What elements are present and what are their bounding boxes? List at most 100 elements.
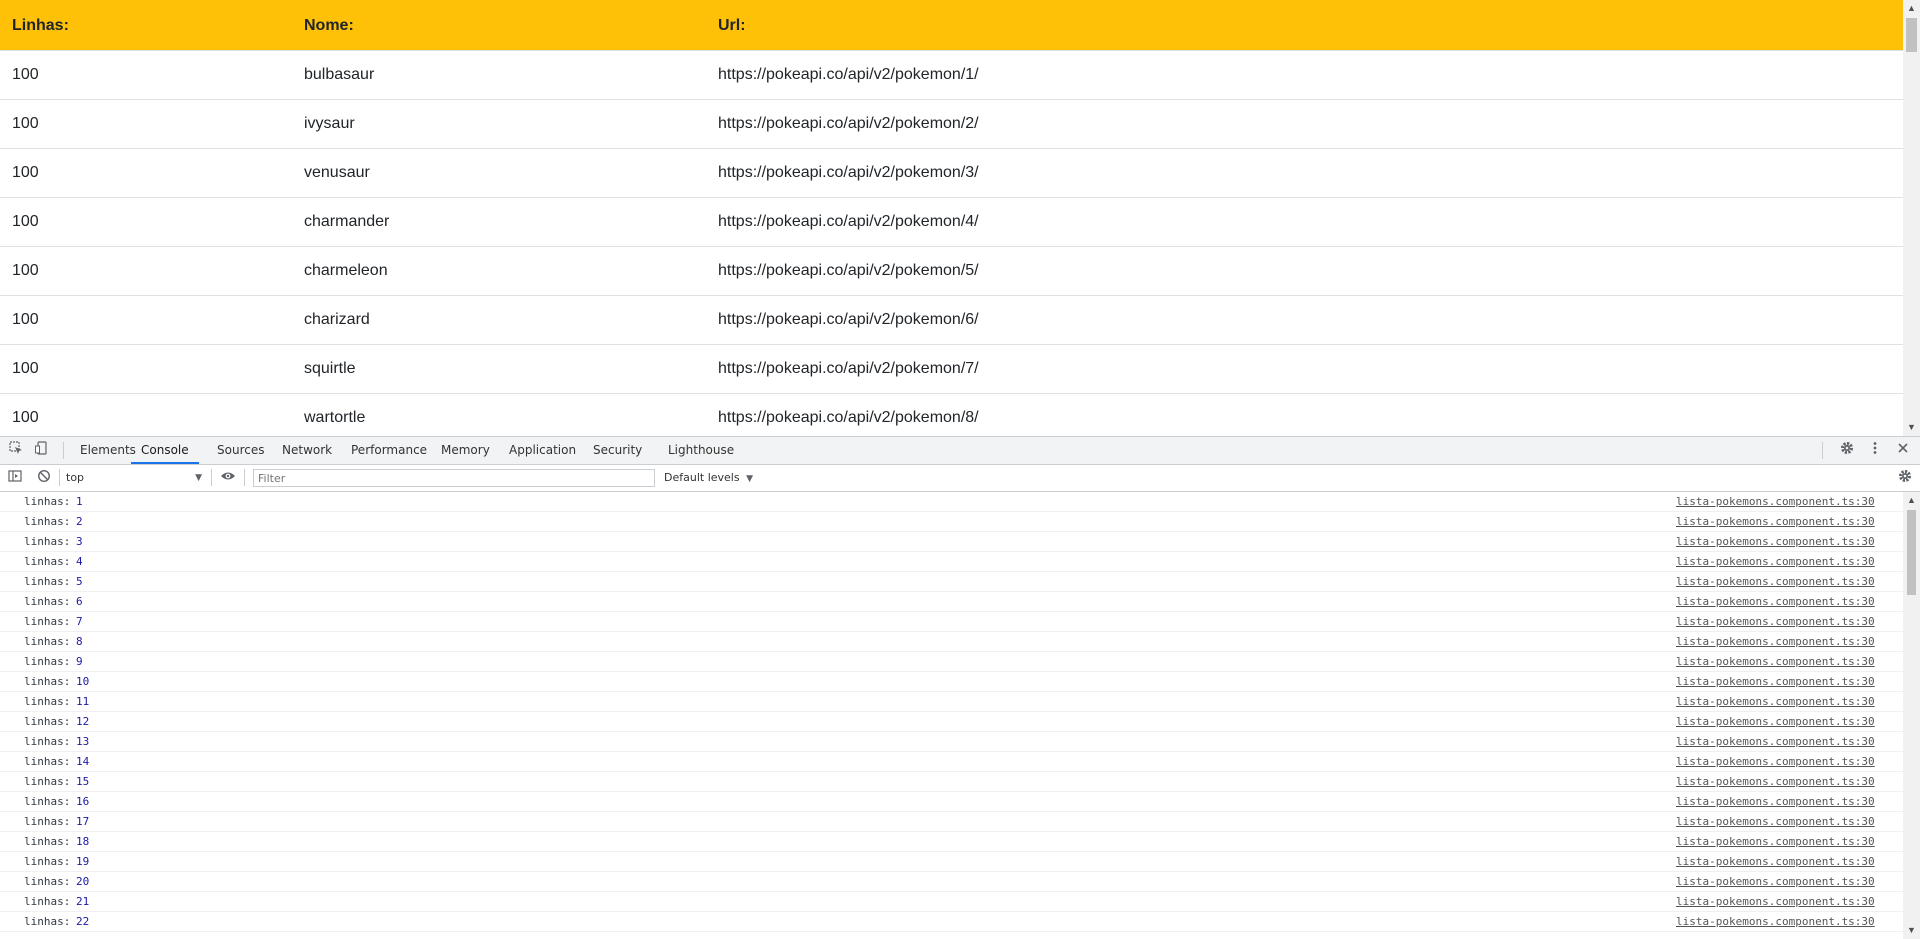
tab-network[interactable]: Network bbox=[282, 437, 332, 464]
log-source-link[interactable]: lista-pokemons.component.ts:30 bbox=[1676, 532, 1875, 551]
tab-security[interactable]: Security bbox=[593, 437, 642, 464]
log-value: 21 bbox=[76, 895, 90, 908]
log-source-link[interactable]: lista-pokemons.component.ts:30 bbox=[1676, 892, 1875, 911]
cell-linhas: 100 bbox=[0, 344, 292, 394]
page-scrollbar[interactable] bbox=[1903, 0, 1920, 436]
cell-linhas: 100 bbox=[0, 50, 292, 100]
log-source-link[interactable]: lista-pokemons.component.ts:30 bbox=[1676, 752, 1875, 771]
cell-nome: squirtle bbox=[292, 344, 706, 394]
console-log-row: linhas: 16 lista-pokemons.component.ts:30 bbox=[0, 792, 1903, 812]
toolbar-divider bbox=[59, 469, 60, 486]
gear-icon[interactable] bbox=[1896, 469, 1914, 487]
log-value: 20 bbox=[76, 875, 90, 888]
log-value: 5 bbox=[76, 575, 83, 588]
log-source-link[interactable]: lista-pokemons.component.ts:30 bbox=[1676, 772, 1875, 791]
log-source-link[interactable]: lista-pokemons.component.ts:30 bbox=[1676, 592, 1875, 611]
clear-console-icon[interactable] bbox=[35, 469, 53, 487]
log-value: 18 bbox=[76, 835, 90, 848]
log-source-link[interactable]: lista-pokemons.component.ts:30 bbox=[1676, 572, 1875, 591]
cell-linhas: 100 bbox=[0, 99, 292, 149]
log-source-link[interactable]: lista-pokemons.component.ts:30 bbox=[1676, 552, 1875, 571]
pokemon-table: Linhas: Nome: Url: 100 bulbasaur https:/… bbox=[0, 0, 1903, 436]
tabbar-divider bbox=[63, 442, 64, 459]
log-value: 14 bbox=[76, 755, 90, 768]
log-levels-select[interactable]: Default levels ▼ bbox=[664, 468, 753, 488]
chevron-down-icon: ▼ bbox=[746, 474, 753, 484]
tab-lighthouse[interactable]: Lighthouse bbox=[668, 437, 734, 464]
log-source-link[interactable]: lista-pokemons.component.ts:30 bbox=[1676, 612, 1875, 631]
page-scrollbar-thumb[interactable] bbox=[1906, 18, 1917, 52]
log-source-link[interactable]: lista-pokemons.component.ts:30 bbox=[1676, 632, 1875, 651]
log-source-link[interactable]: lista-pokemons.component.ts:30 bbox=[1676, 692, 1875, 711]
log-levels-label: Default levels bbox=[664, 471, 740, 484]
console-log-row: linhas: 8 lista-pokemons.component.ts:30 bbox=[0, 632, 1903, 652]
log-source-link[interactable]: lista-pokemons.component.ts:30 bbox=[1676, 912, 1875, 931]
device-toolbar-icon[interactable] bbox=[33, 441, 51, 459]
sidebar-toggle-icon[interactable] bbox=[6, 469, 24, 487]
log-label: linhas: bbox=[24, 635, 71, 648]
cell-linhas: 100 bbox=[0, 393, 292, 436]
devtools-tabbar: Elements Console Sources Network Perform… bbox=[0, 437, 1920, 465]
log-value: 7 bbox=[76, 615, 83, 628]
filter-input[interactable] bbox=[253, 469, 655, 487]
scroll-up-arrow-icon[interactable]: ▲ bbox=[1903, 0, 1920, 17]
header-nome: Nome: bbox=[292, 0, 706, 51]
log-value: 13 bbox=[76, 735, 90, 748]
console-scrollbar-thumb[interactable] bbox=[1907, 510, 1916, 595]
context-select[interactable]: top ▼ bbox=[66, 468, 202, 488]
cell-linhas: 100 bbox=[0, 295, 292, 345]
cell-url: https://pokeapi.co/api/v2/pokemon/5/ bbox=[706, 246, 1903, 296]
table-row: 100 charmander https://pokeapi.co/api/v2… bbox=[0, 197, 1903, 247]
cell-nome: charmander bbox=[292, 197, 706, 247]
log-source-link[interactable]: lista-pokemons.component.ts:30 bbox=[1676, 672, 1875, 691]
gear-icon[interactable] bbox=[1838, 441, 1856, 459]
table-row: 100 charizard https://pokeapi.co/api/v2/… bbox=[0, 295, 1903, 345]
scroll-down-arrow-icon[interactable]: ▼ bbox=[1903, 922, 1920, 939]
console-log-row: linhas: 17 lista-pokemons.component.ts:30 bbox=[0, 812, 1903, 832]
log-value: 12 bbox=[76, 715, 90, 728]
inspect-element-icon[interactable] bbox=[7, 441, 25, 459]
scroll-up-arrow-icon[interactable]: ▲ bbox=[1903, 492, 1920, 509]
log-source-link[interactable]: lista-pokemons.component.ts:30 bbox=[1676, 832, 1875, 851]
log-source-link[interactable]: lista-pokemons.component.ts:30 bbox=[1676, 492, 1875, 511]
tab-elements[interactable]: Elements bbox=[80, 437, 136, 464]
console-log-row: linhas: 5 lista-pokemons.component.ts:30 bbox=[0, 572, 1903, 592]
cell-linhas: 100 bbox=[0, 246, 292, 296]
chevron-down-icon: ▼ bbox=[195, 473, 202, 483]
tab-sources[interactable]: Sources bbox=[217, 437, 264, 464]
log-value: 1 bbox=[76, 495, 83, 508]
log-label: linhas: bbox=[24, 915, 71, 928]
log-source-link[interactable]: lista-pokemons.component.ts:30 bbox=[1676, 792, 1875, 811]
table-row: 100 ivysaur https://pokeapi.co/api/v2/po… bbox=[0, 99, 1903, 149]
close-icon[interactable] bbox=[1894, 441, 1912, 459]
log-source-link[interactable]: lista-pokemons.component.ts:30 bbox=[1676, 812, 1875, 831]
more-vertical-icon[interactable] bbox=[1866, 441, 1884, 459]
toolbar-divider bbox=[211, 469, 212, 486]
console-log-row: linhas: 15 lista-pokemons.component.ts:30 bbox=[0, 772, 1903, 792]
log-label: linhas: bbox=[24, 715, 71, 728]
table-row: 100 squirtle https://pokeapi.co/api/v2/p… bbox=[0, 344, 1903, 394]
eye-icon[interactable] bbox=[219, 469, 237, 487]
console-log-row: linhas: 9 lista-pokemons.component.ts:30 bbox=[0, 652, 1903, 672]
cell-nome: charizard bbox=[292, 295, 706, 345]
log-value: 17 bbox=[76, 815, 90, 828]
tab-console[interactable]: Console bbox=[131, 437, 199, 464]
cell-nome: ivysaur bbox=[292, 99, 706, 149]
log-source-link[interactable]: lista-pokemons.component.ts:30 bbox=[1676, 732, 1875, 751]
log-value: 10 bbox=[76, 675, 90, 688]
log-source-link[interactable]: lista-pokemons.component.ts:30 bbox=[1676, 512, 1875, 531]
tab-performance[interactable]: Performance bbox=[351, 437, 427, 464]
scroll-down-arrow-icon[interactable]: ▼ bbox=[1903, 419, 1920, 436]
log-source-link[interactable]: lista-pokemons.component.ts:30 bbox=[1676, 852, 1875, 871]
tab-memory[interactable]: Memory bbox=[441, 437, 490, 464]
cell-url: https://pokeapi.co/api/v2/pokemon/8/ bbox=[706, 393, 1903, 436]
console-log-row: linhas: 12 lista-pokemons.component.ts:30 bbox=[0, 712, 1903, 732]
log-source-link[interactable]: lista-pokemons.component.ts:30 bbox=[1676, 872, 1875, 891]
console-log-row: linhas: 18 lista-pokemons.component.ts:30 bbox=[0, 832, 1903, 852]
log-source-link[interactable]: lista-pokemons.component.ts:30 bbox=[1676, 652, 1875, 671]
tab-application[interactable]: Application bbox=[509, 437, 576, 464]
console-log-row: linhas: 3 lista-pokemons.component.ts:30 bbox=[0, 532, 1903, 552]
header-url: Url: bbox=[706, 0, 1903, 51]
table-row: 100 charmeleon https://pokeapi.co/api/v2… bbox=[0, 246, 1903, 296]
log-source-link[interactable]: lista-pokemons.component.ts:30 bbox=[1676, 712, 1875, 731]
